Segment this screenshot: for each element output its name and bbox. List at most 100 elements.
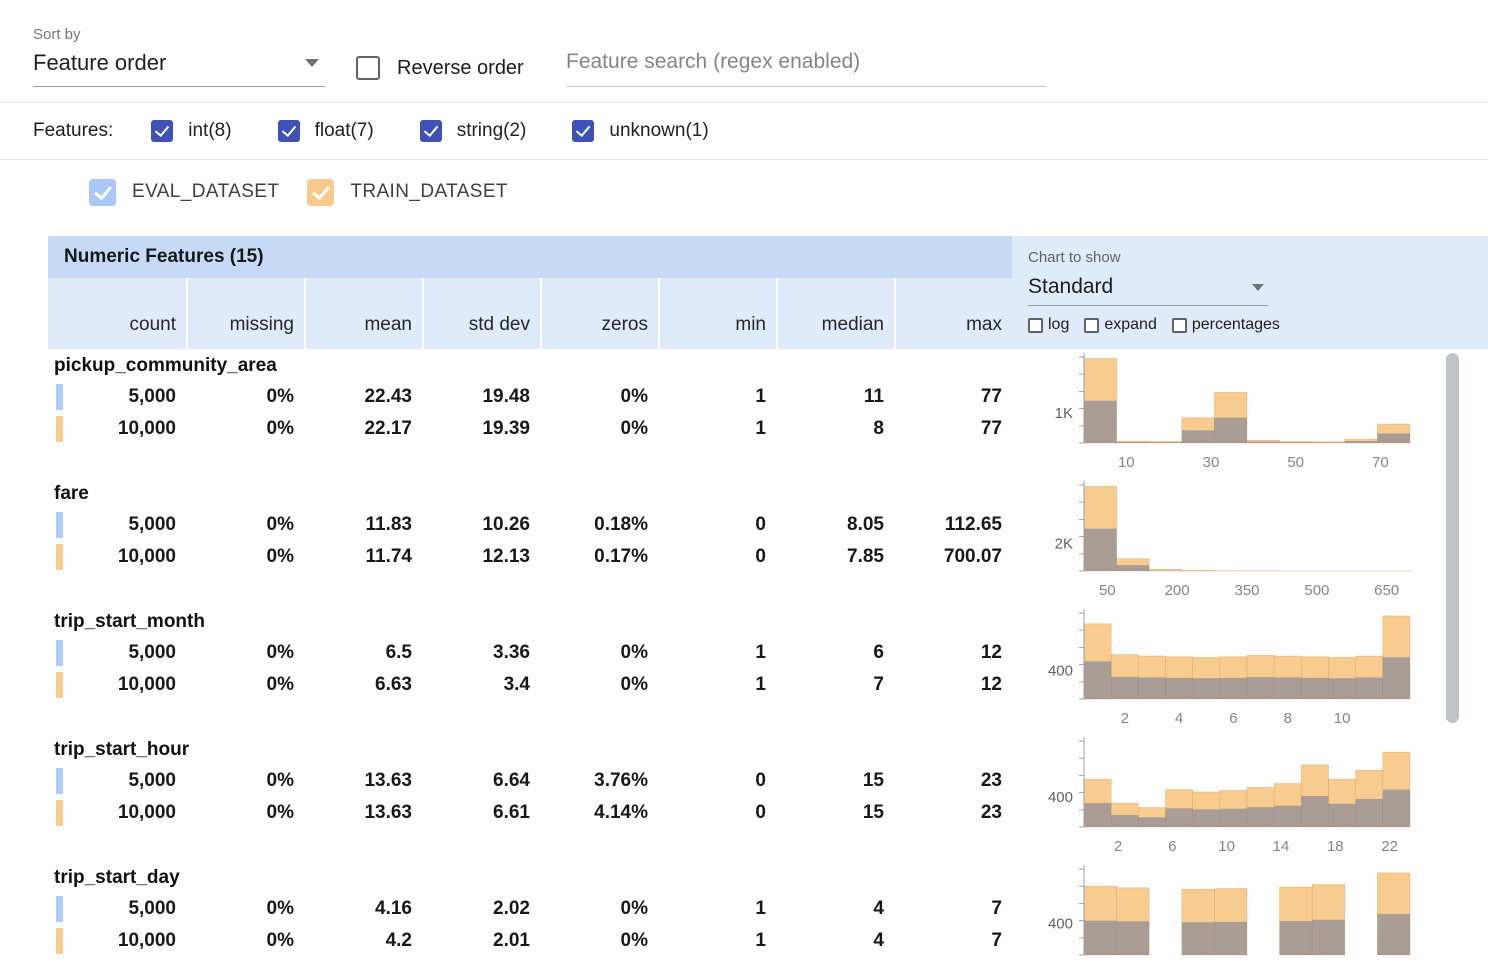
chart-option-checkbox-log[interactable]: log [1028,316,1069,334]
stat-value-max: 77 [894,386,1012,408]
feature-name: fare [48,477,1012,509]
stat-text: 2.02 [493,898,530,919]
checkbox-unchecked-icon [1172,318,1187,333]
dataset-checkbox-train_dataset[interactable]: TRAIN_DATASET [307,179,508,206]
checkbox-unchecked-icon [356,56,380,80]
chart-type-dropdown[interactable]: Standard [1028,275,1268,306]
dataset-checkbox-eval_dataset[interactable]: EVAL_DATASET [89,179,279,206]
svg-text:200: 200 [1165,582,1190,599]
stat-value-missing: 0% [186,546,304,568]
stat-text: 1 [755,930,766,951]
chart-option-checkbox-expand[interactable]: expand [1084,316,1157,334]
sort-by-dropdown[interactable]: Feature order [33,50,325,87]
stat-text: 0% [267,930,294,951]
stat-value-median: 4 [776,898,894,920]
stat-value-zeros: 0.18% [540,514,658,536]
stat-text: 15 [863,770,884,791]
stats-row-train_dataset: 10,0000%13.636.614.14%01523 [48,797,1012,829]
stat-text: 19.48 [482,386,530,407]
stat-value-median: 7 [776,674,894,696]
stat-text: 6.61 [493,802,530,823]
table-header: countmissingmeanstd devzerosminmedianmax [48,278,1012,349]
stat-text: 7 [991,898,1002,919]
stat-value-zeros: 0% [540,930,658,952]
feature-type-checkbox-1[interactable]: float(7) [278,120,374,142]
chart-cell-trip_start_day: 400 [1012,861,1488,968]
chart-option-label: percentages [1192,316,1280,334]
checkbox-unchecked-icon [1028,318,1043,333]
stat-text: 22.17 [364,418,412,439]
stat-text: 7 [991,930,1002,951]
checkbox-checked-icon [307,179,334,206]
feature-block-trip_start_hour: trip_start_hour5,0000%13.636.643.76%0152… [48,733,1012,861]
stats-row-eval_dataset: 5,0000%4.162.020%147 [48,893,1012,925]
checkbox-checked-icon [151,120,173,142]
chart-type-value: Standard [1028,275,1113,299]
stat-text: 3.76% [594,770,648,791]
stat-text: 10,000 [118,546,176,567]
sort-by-label: Sort by [33,26,325,43]
stat-value-mean: 13.63 [304,770,422,792]
svg-text:2: 2 [1114,838,1122,855]
feature-search [566,50,1046,87]
stat-value-missing: 0% [186,930,304,952]
stat-text: 0% [267,898,294,919]
feature-histogram: 400246810 [1012,605,1488,733]
stat-text: 0% [621,642,648,663]
stat-value-median: 7.85 [776,546,894,568]
dataset-swatch [56,544,63,570]
dataset-label: EVAL_DATASET [132,181,279,203]
dataset-swatch [56,928,63,954]
stat-value-min: 0 [658,802,776,824]
chart-option-checkboxes: log expand percentages [1028,316,1488,334]
feature-type-checkbox-2[interactable]: string(2) [420,120,527,142]
stat-text: 11 [864,386,884,407]
stat-text: 10,000 [118,802,176,823]
stat-value-mean: 22.17 [304,418,422,440]
stat-value-min: 0 [658,546,776,568]
stat-text: 700.07 [944,546,1002,567]
table-body: pickup_community_area5,0000%22.4319.480%… [48,349,1012,968]
stat-value-count: 5,000 [48,642,186,664]
feature-block-fare: fare5,0000%11.8310.260.18%08.05112.6510,… [48,477,1012,605]
stat-text: 0 [755,770,766,791]
svg-text:2: 2 [1121,710,1129,727]
dataset-swatch [56,672,63,698]
feature-type-checkbox-3[interactable]: unknown(1) [572,120,708,142]
stat-value-missing: 0% [186,802,304,824]
stat-value-min: 1 [658,418,776,440]
stat-value-zeros: 0% [540,386,658,408]
column-header-median: median [776,278,894,349]
stat-value-std-dev: 2.01 [422,930,540,952]
stat-value-max: 77 [894,418,1012,440]
stat-text: 22.43 [364,386,412,407]
stat-text: 23 [981,802,1002,823]
stat-text: 0% [267,386,294,407]
stat-value-min: 1 [658,898,776,920]
stat-value-std-dev: 10.26 [422,514,540,536]
stat-value-count: 5,000 [48,898,186,920]
stat-text: 5,000 [128,642,176,663]
stat-value-std-dev: 12.13 [422,546,540,568]
stat-text: 0% [621,930,648,951]
vertical-scrollbar[interactable] [1446,353,1459,723]
svg-text:4: 4 [1175,710,1183,727]
stat-value-max: 7 [894,930,1012,952]
table-title: Numeric Features (15) [48,236,1012,278]
stat-value-count: 5,000 [48,770,186,792]
stat-text: 5,000 [128,514,176,535]
stat-value-missing: 0% [186,418,304,440]
feature-type-checkbox-0[interactable]: int(8) [151,120,231,142]
stat-text: 2.01 [493,930,530,951]
stat-text: 1 [755,674,766,695]
chart-option-checkbox-percentages[interactable]: percentages [1172,316,1280,334]
stat-text: 0% [267,770,294,791]
reverse-order-checkbox[interactable]: Reverse order [356,56,524,80]
stat-text: 6.63 [375,674,412,695]
stat-value-mean: 22.43 [304,386,422,408]
svg-text:350: 350 [1234,582,1259,599]
stat-value-min: 0 [658,514,776,536]
feature-name: trip_start_hour [48,733,1012,765]
feature-search-input[interactable] [566,50,1046,86]
svg-text:10: 10 [1334,710,1351,727]
